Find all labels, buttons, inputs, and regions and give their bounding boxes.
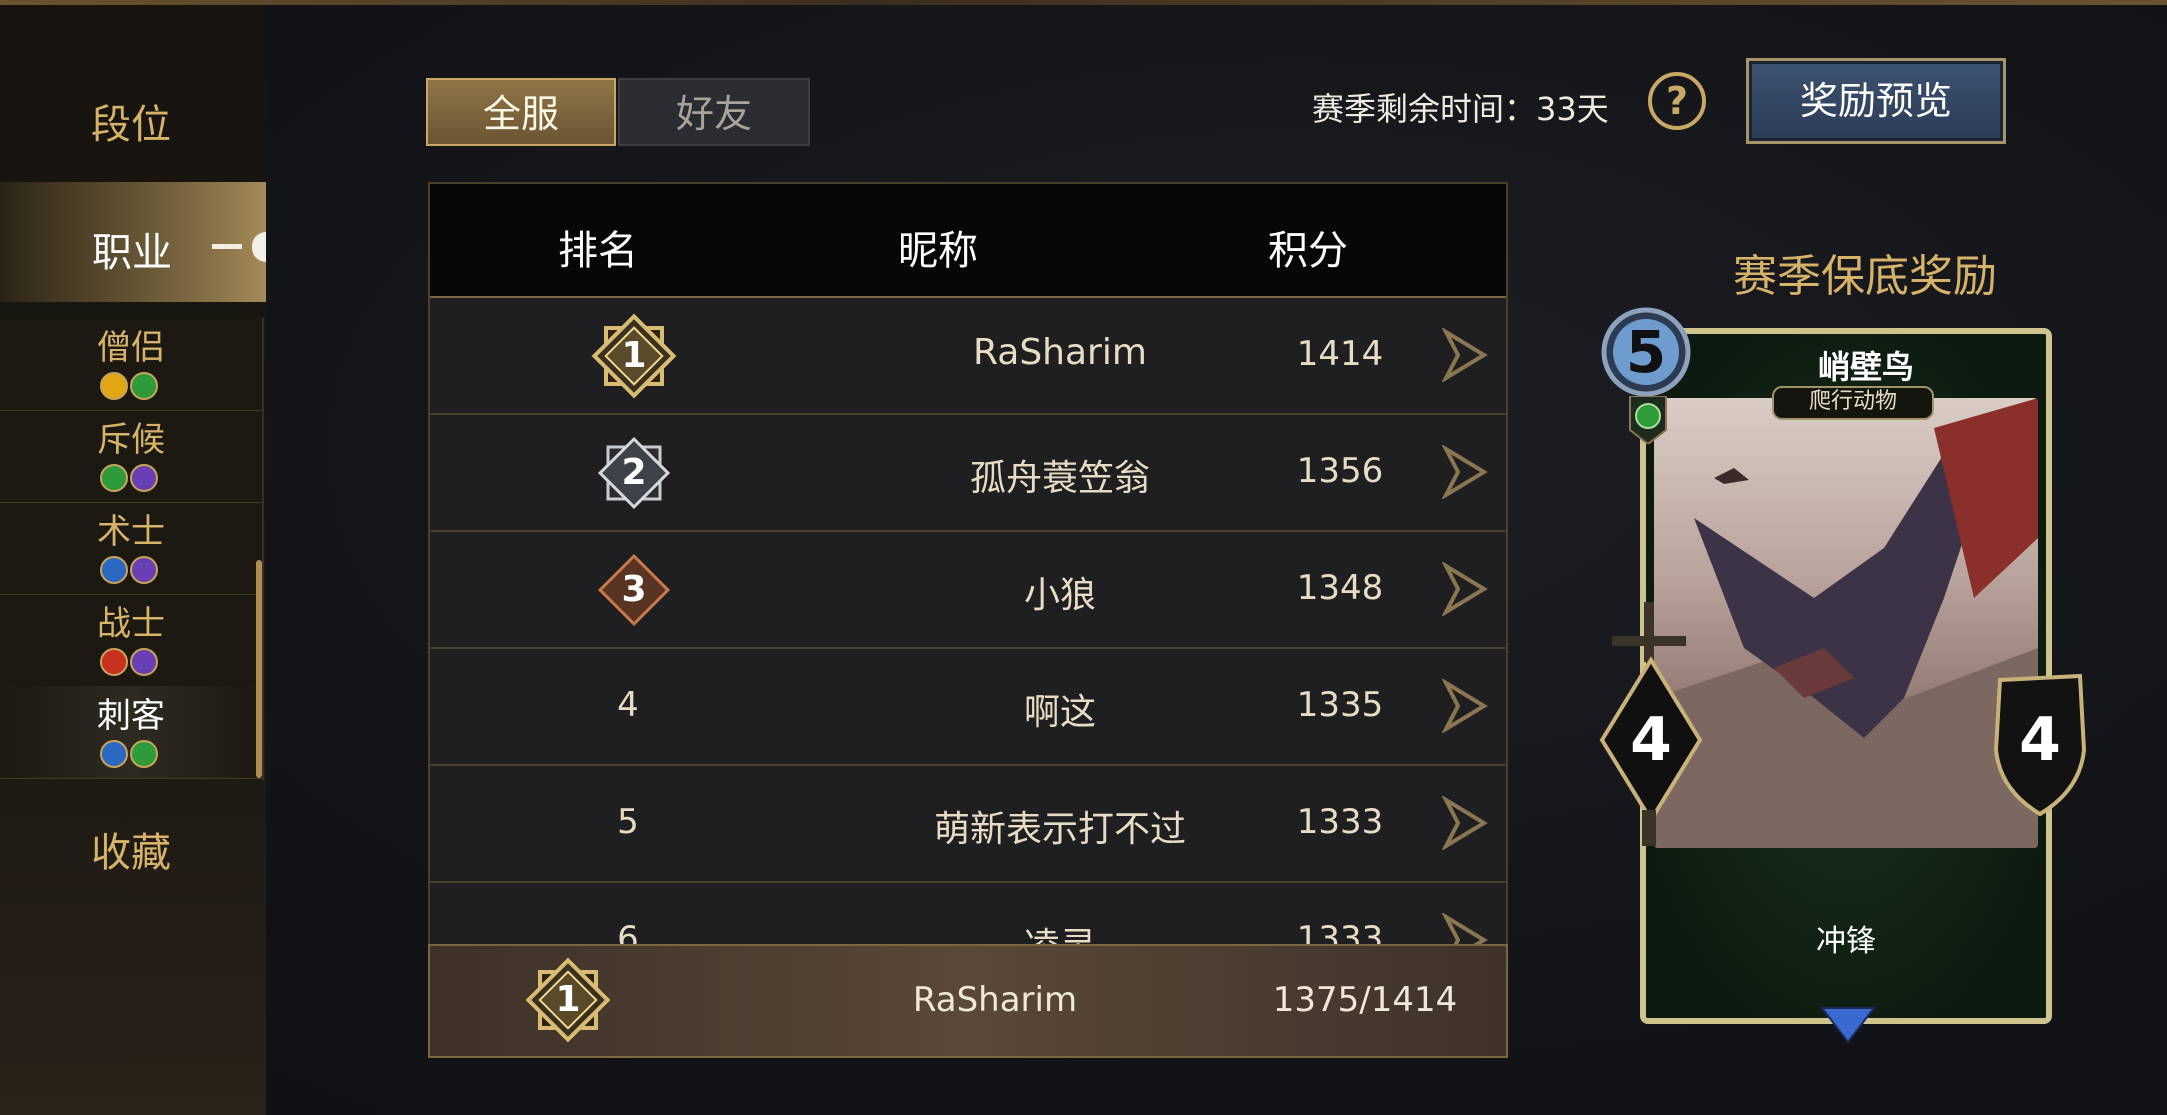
class-name: 斥候 — [97, 420, 165, 460]
chevron-right-icon[interactable] — [1442, 562, 1490, 616]
player-nickname: RaSharim — [973, 332, 1147, 373]
reward-preview-button[interactable]: 奖励预览 — [1746, 58, 2006, 144]
player-score: 1333 — [1296, 802, 1384, 842]
gold-rank-badge-icon: 1 — [524, 956, 612, 1044]
my-rank-row: 1 RaSharim 1375/1414 — [428, 944, 1508, 1058]
player-nickname: 啊这 — [1023, 692, 1096, 733]
strength-gem-icon — [100, 648, 128, 676]
class-item-monk[interactable]: 僧侣 — [0, 318, 262, 411]
my-score: 1375/1414 — [1272, 980, 1458, 1020]
chevron-right-icon[interactable] — [1442, 445, 1490, 499]
endurance-gem-icon — [130, 648, 158, 676]
class-item-assassin[interactable]: 刺客 — [0, 686, 262, 779]
endurance-gem-icon — [130, 556, 158, 584]
player-score: 1335 — [1296, 685, 1384, 725]
player-nickname: 萌新表示打不过 — [933, 809, 1186, 850]
sidebar-item-collection[interactable]: 收藏 — [0, 820, 262, 878]
chevron-right-icon[interactable] — [1442, 328, 1490, 382]
player-score: 1414 — [1296, 334, 1384, 374]
sidebar-item-label: 职业 — [92, 230, 172, 276]
endurance-gem-icon — [130, 464, 158, 492]
table-row[interactable]: 3 小狼 1348 — [430, 532, 1506, 649]
bronze-rank-badge-icon: 3 — [590, 546, 678, 634]
card-art-image — [1654, 398, 2038, 848]
season-reward-title: 赛季保底奖励 — [1733, 251, 1997, 302]
sidebar-scrollbar[interactable] — [256, 560, 262, 778]
chevron-right-icon[interactable] — [1442, 796, 1490, 850]
sidebar-item-rank[interactable]: 段位 — [0, 92, 262, 150]
selection-notch — [252, 232, 266, 262]
chevron-right-icon[interactable] — [1442, 679, 1490, 733]
my-nickname: RaSharim — [912, 980, 1078, 1020]
leaderboard-table[interactable]: 排名 昵称 积分 1 RaSharim 1414 2 孤舟蓑笠翁 1356 3 … — [428, 182, 1508, 1058]
class-name: 战士 — [97, 604, 165, 644]
class-item-scout[interactable]: 斥候 — [0, 410, 262, 503]
class-name: 术士 — [97, 512, 165, 552]
intelligence-gem-icon — [100, 556, 128, 584]
gold-rank-badge-icon: 1 — [590, 312, 678, 400]
agility-attribute-icon — [1629, 396, 1667, 444]
player-score: 1348 — [1296, 568, 1384, 608]
class-name: 刺客 — [97, 696, 165, 736]
card-subtype: 爬行动物 — [1772, 386, 1934, 420]
column-header-rank: 排名 — [558, 228, 638, 274]
sidebar-item-class[interactable]: 职业 — [0, 182, 266, 302]
class-name: 僧侣 — [97, 328, 165, 368]
player-rank: 5 — [617, 802, 639, 842]
agility-gem-icon — [130, 740, 158, 768]
tab-all-server[interactable]: 全服 — [426, 78, 616, 146]
agility-gem-icon — [100, 464, 128, 492]
card-keyword: 冲锋 — [1816, 924, 1876, 959]
player-nickname: 孤舟蓑笠翁 — [969, 458, 1150, 499]
silver-rank-badge-icon: 2 — [590, 429, 678, 517]
class-item-sorcerer[interactable]: 术士 — [0, 502, 262, 595]
player-rank: 4 — [617, 685, 639, 725]
card-name: 峭壁鸟 — [1817, 348, 1914, 386]
agility-gem-icon — [130, 372, 158, 400]
player-nickname: 小狼 — [1023, 575, 1096, 616]
season-remaining-time: 赛季剩余时间：33天 — [1312, 90, 1609, 128]
column-header-score: 积分 — [1268, 228, 1348, 274]
table-row[interactable]: 1 RaSharim 1414 — [430, 298, 1506, 415]
intelligence-gem-icon — [100, 740, 128, 768]
willpower-gem-icon — [100, 372, 128, 400]
tab-friends[interactable]: 好友 — [618, 78, 810, 146]
column-header-nickname: 昵称 — [898, 228, 978, 274]
table-row[interactable]: 4 啊这 1335 — [430, 649, 1506, 766]
card-health: 4 — [2019, 705, 2061, 775]
help-icon[interactable]: ? — [1648, 72, 1706, 130]
class-item-warrior[interactable]: 战士 — [0, 594, 262, 687]
card-cost: 5 — [1625, 318, 1667, 386]
collapse-icon — [212, 244, 242, 249]
rarity-gem-icon — [1820, 1007, 1876, 1044]
player-score: 1356 — [1296, 451, 1384, 491]
class-sublist: 僧侣 斥候 术士 战士 刺客 — [0, 318, 264, 780]
table-row[interactable]: 2 孤舟蓑笠翁 1356 — [430, 415, 1506, 532]
card-power: 4 — [1630, 705, 1672, 775]
table-header: 排名 昵称 积分 — [430, 184, 1506, 298]
table-row[interactable]: 5 萌新表示打不过 1333 — [430, 766, 1506, 883]
